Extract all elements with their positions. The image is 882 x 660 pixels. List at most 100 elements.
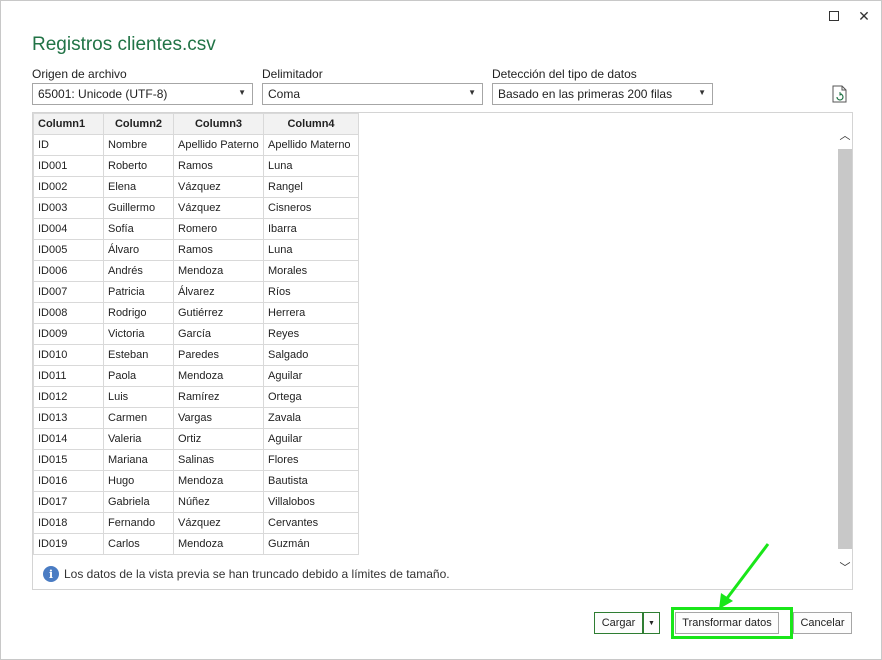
table-row: ID019 Carlos Mendoza Guzmán — [33, 533, 359, 555]
cancel-button[interactable]: Cancelar — [793, 612, 852, 634]
table-cell: Guzmán — [263, 533, 359, 555]
column-header: Column1 — [33, 113, 104, 135]
column-header: Column3 — [173, 113, 264, 135]
maximize-button[interactable] — [823, 5, 845, 27]
annotation-arrow-icon — [719, 543, 770, 609]
delimiter-select[interactable]: Coma ▼ — [262, 83, 483, 105]
table-cell: ID011 — [33, 365, 104, 387]
table-cell: Núñez — [173, 491, 264, 513]
table-cell: Zavala — [263, 407, 359, 429]
scrollbar-thumb[interactable] — [838, 149, 852, 549]
notice-text: Los datos de la vista previa se han trun… — [64, 567, 450, 581]
table-cell: Apellido Paterno — [173, 134, 264, 156]
table-cell: Mendoza — [173, 533, 264, 555]
table-cell: ID006 — [33, 260, 104, 282]
table-row: ID015 Mariana Salinas Flores — [33, 449, 359, 471]
table-cell: Ramírez — [173, 386, 264, 408]
table-row: ID012 Luis Ramírez Ortega — [33, 386, 359, 408]
vertical-scrollbar[interactable]: ︿ ﹀ — [836, 125, 854, 577]
close-button[interactable]: ✕ — [853, 5, 875, 27]
table-cell: Gutiérrez — [173, 302, 264, 324]
table-cell: ID007 — [33, 281, 104, 303]
table-row: ID002 Elena Vázquez Rangel — [33, 176, 359, 198]
table-cell: ID016 — [33, 470, 104, 492]
table-cell: ID009 — [33, 323, 104, 345]
data-preview: Column1 Column2 Column3 Column4 ID Nombre… — [32, 112, 853, 590]
truncation-notice: i Los datos de la vista previa se han tr… — [43, 566, 450, 582]
table-cell: Vázquez — [173, 197, 264, 219]
table-cell: ID003 — [33, 197, 104, 219]
table-cell: Guillermo — [103, 197, 174, 219]
table-cell: Álvarez — [173, 281, 264, 303]
table-cell: Mariana — [103, 449, 174, 471]
table-cell: Ibarra — [263, 218, 359, 240]
origin-value: 65001: Unicode (UTF-8) — [38, 87, 168, 101]
load-button[interactable]: Cargar — [594, 612, 643, 634]
table-cell: ID019 — [33, 533, 104, 555]
delimiter-label: Delimitador — [262, 67, 323, 81]
table-row: ID007 Patricia Álvarez Ríos — [33, 281, 359, 303]
table-row: ID011 Paola Mendoza Aguilar — [33, 365, 359, 387]
scroll-up-icon[interactable]: ︿ — [839, 127, 851, 143]
table-cell: Luna — [263, 155, 359, 177]
chevron-down-icon: ▼ — [648, 619, 655, 627]
table-cell: Esteban — [103, 344, 174, 366]
table-cell: Apellido Materno — [263, 134, 359, 156]
import-dialog: ✕ Registros clientes.csv Origen de archi… — [0, 0, 882, 660]
table-row: ID005 Álvaro Ramos Luna — [33, 239, 359, 261]
table-cell: Carmen — [103, 407, 174, 429]
table-row: ID Nombre Apellido Paterno Apellido Materno — [33, 134, 359, 156]
table-row: ID003 Guillermo Vázquez Cisneros — [33, 197, 359, 219]
table-cell: Sofía — [103, 218, 174, 240]
dialog-title: Registros clientes.csv — [32, 34, 216, 55]
table-cell: ID002 — [33, 176, 104, 198]
table-cell: Mendoza — [173, 470, 264, 492]
origin-label: Origen de archivo — [32, 67, 127, 81]
table-cell: ID015 — [33, 449, 104, 471]
table-cell: Elena — [103, 176, 174, 198]
delimiter-value: Coma — [268, 87, 301, 101]
highlight-box — [671, 607, 793, 639]
chevron-down-icon: ▼ — [698, 88, 706, 97]
table-cell: Roberto — [103, 155, 174, 177]
table-row: ID009 Victoria García Reyes — [33, 323, 359, 345]
table-cell: ID017 — [33, 491, 104, 513]
table-cell: Romero — [173, 218, 264, 240]
table-row: ID008 Rodrigo Gutiérrez Herrera — [33, 302, 359, 324]
table-body: ID Nombre Apellido Paterno Apellido Materno… — [33, 134, 359, 555]
table-cell: Vázquez — [173, 176, 264, 198]
table-cell: Ramos — [173, 155, 264, 177]
refresh-preview-icon[interactable] — [832, 85, 848, 103]
table-cell: Flores — [263, 449, 359, 471]
table-row: ID017 Gabriela Núñez Villalobos — [33, 491, 359, 513]
table-cell: ID001 — [33, 155, 104, 177]
chevron-down-icon: ▼ — [238, 88, 246, 97]
table-cell: Aguilar — [263, 428, 359, 450]
column-header: Column4 — [263, 113, 359, 135]
table-cell: ID010 — [33, 344, 104, 366]
table-cell: ID013 — [33, 407, 104, 429]
table-cell: Morales — [263, 260, 359, 282]
load-dropdown-button[interactable]: ▼ — [643, 612, 660, 634]
table-cell: Salgado — [263, 344, 359, 366]
table-cell: Fernando — [103, 512, 174, 534]
table-cell: ID014 — [33, 428, 104, 450]
table-row: ID004 Sofía Romero Ibarra — [33, 218, 359, 240]
origin-select[interactable]: 65001: Unicode (UTF-8) ▼ — [32, 83, 253, 105]
detection-select[interactable]: Basado en las primeras 200 filas ▼ — [492, 83, 713, 105]
table-cell: Aguilar — [263, 365, 359, 387]
scroll-down-icon[interactable]: ﹀ — [839, 559, 851, 575]
info-icon: i — [43, 566, 59, 582]
chevron-down-icon: ▼ — [468, 88, 476, 97]
table-cell: ID005 — [33, 239, 104, 261]
detection-value: Basado en las primeras 200 filas — [498, 87, 673, 101]
table-cell: Vargas — [173, 407, 264, 429]
table-cell: ID008 — [33, 302, 104, 324]
maximize-icon — [829, 11, 839, 21]
table-cell: Andrés — [103, 260, 174, 282]
table-row: ID014 Valeria Ortiz Aguilar — [33, 428, 359, 450]
table-row: ID013 Carmen Vargas Zavala — [33, 407, 359, 429]
table-cell: Luna — [263, 239, 359, 261]
close-icon: ✕ — [858, 7, 870, 24]
preview-table: Column1 Column2 Column3 Column4 ID Nombre… — [33, 113, 359, 555]
